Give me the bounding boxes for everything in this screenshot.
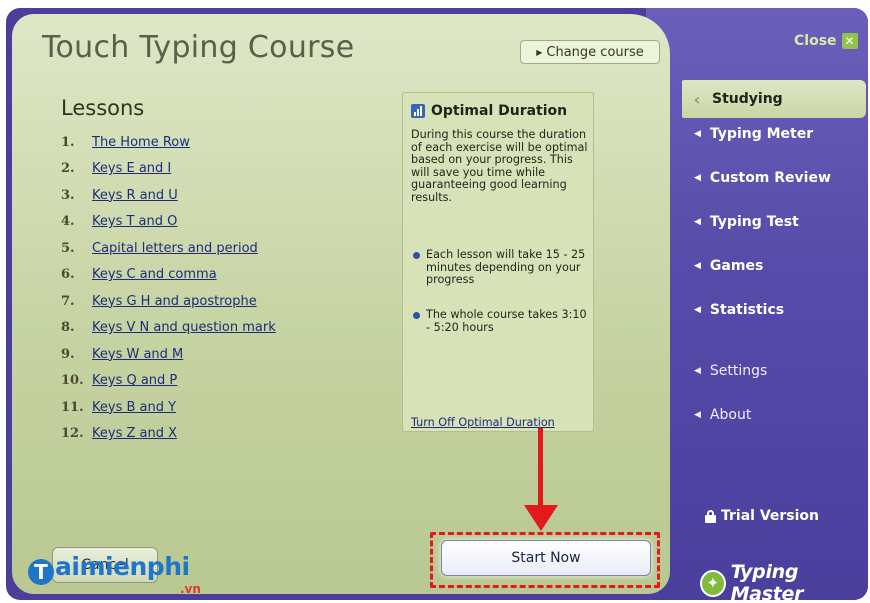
arrow-left-icon: ◀ bbox=[694, 173, 701, 183]
info-bullet-text: The whole course takes 3:10 - 5:20 hours bbox=[426, 308, 587, 334]
nav-item-statistics[interactable]: ◀ Statistics bbox=[694, 302, 784, 318]
lesson-link[interactable]: Keys Q and P bbox=[92, 373, 177, 388]
nav-item-settings[interactable]: ◀ Settings bbox=[694, 363, 767, 379]
lesson-number: 5. bbox=[61, 240, 75, 256]
close-label: Close bbox=[794, 33, 837, 49]
info-title: Optimal Duration bbox=[411, 103, 567, 119]
lesson-item: 11. Keys B and Y bbox=[61, 394, 381, 421]
lesson-link[interactable]: Keys C and comma bbox=[92, 267, 217, 282]
lesson-number: 11. bbox=[61, 399, 84, 415]
play-icon: ▶ bbox=[536, 47, 543, 57]
arrow-left-icon: ◀ bbox=[694, 305, 701, 315]
nav-label: About bbox=[709, 407, 752, 423]
lesson-item: 2. Keys E and I bbox=[61, 156, 381, 183]
chevron-left-icon: ‹ bbox=[693, 89, 701, 109]
lesson-link[interactable]: Capital letters and period bbox=[92, 241, 258, 256]
bar-chart-icon bbox=[411, 104, 425, 118]
lesson-link[interactable]: Keys G H and apostrophe bbox=[92, 294, 257, 309]
lesson-link[interactable]: Keys W and M bbox=[92, 347, 183, 362]
typing-master-logo-icon: ✦ bbox=[700, 569, 726, 597]
lesson-number: 6. bbox=[61, 267, 75, 283]
info-description: During this course the duration of each … bbox=[411, 128, 588, 204]
nav-label: Custom Review bbox=[709, 170, 831, 186]
brand-logo: ✦ Typing Master bbox=[700, 561, 868, 600]
info-bullet-text: Each lesson will take 15 - 25 minutes de… bbox=[426, 248, 586, 286]
close-icon: ✕ bbox=[841, 33, 858, 49]
lesson-item: 9. Keys W and M bbox=[61, 341, 381, 368]
info-title-text: Optimal Duration bbox=[431, 103, 568, 119]
red-arrow-head bbox=[524, 505, 558, 531]
close-button[interactable]: Close ✕ bbox=[794, 33, 858, 49]
nav-item-typing-meter[interactable]: ◀ Typing Meter bbox=[694, 126, 813, 142]
app-window: Close ✕ Touch Typing Course ▶ Change cou… bbox=[6, 8, 868, 600]
nav-label: Statistics bbox=[709, 302, 785, 318]
start-now-button[interactable]: Start Now bbox=[441, 540, 651, 576]
change-course-label: Change course bbox=[546, 44, 644, 60]
trial-label: Trial Version bbox=[721, 508, 820, 524]
main-panel: Touch Typing Course ▶ Change course Less… bbox=[12, 14, 670, 594]
lesson-number: 3. bbox=[61, 187, 75, 203]
red-arrow-shaft bbox=[538, 428, 543, 508]
nav-label: Games bbox=[709, 258, 764, 274]
lesson-list: 1. The Home Row 2. Keys E and I 3. Keys R a… bbox=[61, 129, 381, 447]
optimal-duration-panel: Optimal Duration During this course the … bbox=[402, 92, 594, 432]
nav-item-custom-review[interactable]: ◀ Custom Review bbox=[694, 170, 831, 186]
lesson-link[interactable]: The Home Row bbox=[92, 135, 190, 150]
lesson-number: 12. bbox=[61, 426, 84, 442]
lesson-number: 4. bbox=[61, 214, 75, 230]
lesson-item: 6. Keys C and comma bbox=[61, 262, 381, 289]
lesson-number: 2. bbox=[61, 161, 75, 177]
lock-icon bbox=[705, 509, 716, 523]
lesson-link[interactable]: Keys B and Y bbox=[92, 400, 176, 415]
nav-item-typing-test[interactable]: ◀ Typing Test bbox=[694, 214, 799, 230]
nav-active-label: Studying bbox=[712, 91, 783, 107]
lesson-link[interactable]: Keys Z and X bbox=[92, 426, 177, 441]
arrow-left-icon: ◀ bbox=[694, 261, 701, 271]
lesson-number: 9. bbox=[61, 346, 75, 362]
lesson-link[interactable]: Keys V N and question mark bbox=[92, 320, 276, 335]
page-title: Touch Typing Course bbox=[42, 30, 355, 65]
lesson-number: 1. bbox=[61, 134, 75, 150]
lesson-number: 7. bbox=[61, 293, 75, 309]
arrow-left-icon: ◀ bbox=[694, 410, 701, 420]
info-bullet: The whole course takes 3:10 - 5:20 hours bbox=[413, 308, 589, 334]
lesson-link[interactable]: Keys T and O bbox=[92, 214, 177, 229]
watermark-initial: T bbox=[28, 559, 54, 585]
lesson-item: 10. Keys Q and P bbox=[61, 368, 381, 395]
nav-label: Settings bbox=[709, 363, 768, 379]
watermark-text: aimienphi bbox=[55, 552, 190, 581]
lessons-heading: Lessons bbox=[61, 96, 145, 120]
lesson-link[interactable]: Keys R and U bbox=[92, 188, 178, 203]
watermark: T aimienphi .vn bbox=[28, 552, 201, 596]
trial-version-badge[interactable]: Trial Version bbox=[705, 508, 819, 524]
turn-off-optimal-duration-link[interactable]: Turn Off Optimal Duration bbox=[411, 416, 555, 429]
lesson-item: 12. Keys Z and X bbox=[61, 421, 381, 448]
lesson-item: 1. The Home Row bbox=[61, 129, 381, 156]
nav-label: Typing Meter bbox=[709, 126, 814, 142]
nav-item-about[interactable]: ◀ About bbox=[694, 407, 751, 423]
lesson-link[interactable]: Keys E and I bbox=[92, 161, 171, 176]
bullet-icon bbox=[413, 312, 420, 319]
lesson-number: 10. bbox=[61, 373, 84, 389]
arrow-left-icon: ◀ bbox=[694, 129, 701, 139]
lesson-item: 7. Keys G H and apostrophe bbox=[61, 288, 381, 315]
nav-label: Typing Test bbox=[709, 214, 799, 230]
lesson-number: 8. bbox=[61, 320, 75, 336]
arrow-left-icon: ◀ bbox=[694, 217, 701, 227]
lesson-item: 8. Keys V N and question mark bbox=[61, 315, 381, 342]
change-course-button[interactable]: ▶ Change course bbox=[520, 40, 660, 64]
arrow-left-icon: ◀ bbox=[694, 366, 701, 376]
lesson-item: 5. Capital letters and period bbox=[61, 235, 381, 262]
lesson-item: 3. Keys R and U bbox=[61, 182, 381, 209]
brand-name: Typing Master bbox=[730, 561, 804, 600]
lesson-item: 4. Keys T and O bbox=[61, 209, 381, 236]
bullet-icon bbox=[413, 252, 420, 259]
watermark-suffix: .vn bbox=[180, 582, 201, 596]
info-bullet: Each lesson will take 15 - 25 minutes de… bbox=[413, 248, 589, 287]
nav-item-studying[interactable]: ‹ Studying bbox=[682, 80, 866, 118]
nav-item-games[interactable]: ◀ Games bbox=[694, 258, 763, 274]
